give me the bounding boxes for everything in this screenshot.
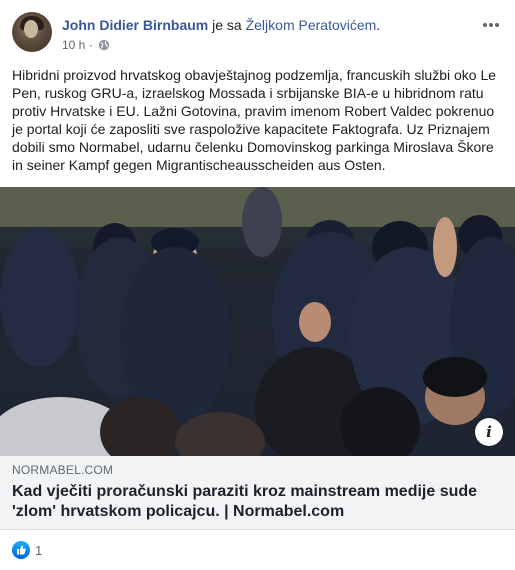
more-options-button[interactable] — [479, 14, 503, 34]
like-icon[interactable] — [12, 541, 30, 559]
with-text: je sa — [208, 17, 246, 33]
link-preview-meta[interactable]: NORMABEL.COM Kad vječiti proračunski par… — [0, 456, 515, 530]
meta-separator: · — [88, 38, 93, 52]
link-preview-image[interactable]: i — [0, 187, 515, 456]
link-title[interactable]: Kad vječiti proračunski paraziti kroz ma… — [12, 482, 502, 522]
info-button[interactable]: i — [475, 418, 503, 446]
post-timestamp[interactable]: 10 h — [62, 38, 85, 52]
post-header: John Didier Birnbaum je sa Željkom Perat… — [12, 12, 503, 56]
headline-period: . — [376, 17, 381, 33]
globe-icon[interactable] — [98, 39, 110, 55]
post-meta: 10 h · — [62, 37, 110, 55]
link-domain: NORMABEL.COM — [12, 463, 114, 477]
reaction-count[interactable]: 1 — [35, 543, 42, 558]
facebook-post: John Didier Birnbaum je sa Željkom Perat… — [0, 0, 515, 570]
author-name-link[interactable]: John Didier Birnbaum — [62, 17, 208, 33]
link-preview-card[interactable]: i NORMABEL.COM Kad vječiti proračunski p… — [0, 187, 515, 530]
post-text: Hibridni proizvod hrvatskog obavještajno… — [12, 67, 497, 173]
tagged-person-link[interactable]: Željkom Peratovićem — [246, 17, 377, 33]
author-avatar[interactable] — [12, 12, 52, 52]
post-headline: John Didier Birnbaum je sa Željkom Perat… — [62, 16, 380, 34]
